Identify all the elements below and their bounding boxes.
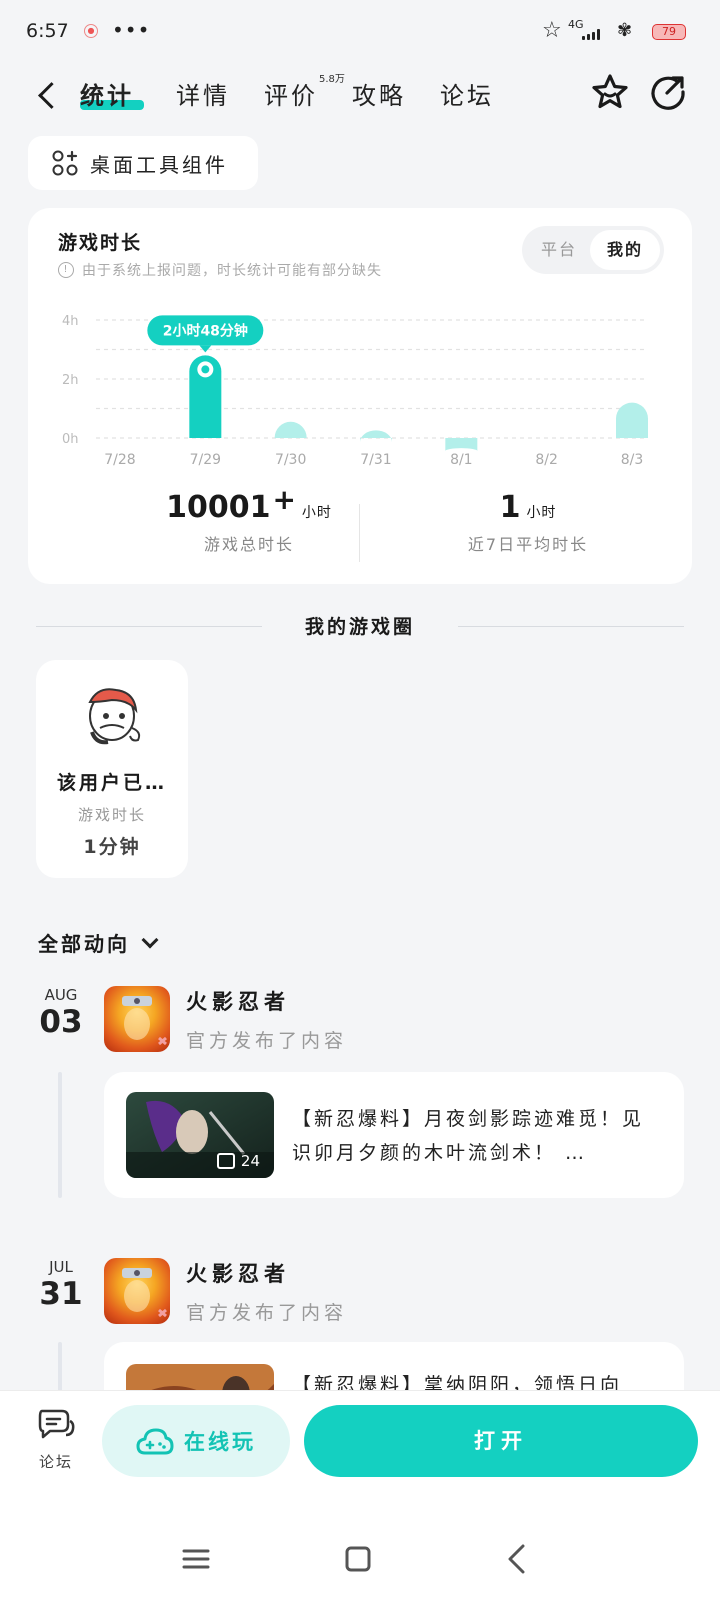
bar-marker-dot (201, 365, 210, 374)
x-tick-label: 7/30 (275, 452, 306, 468)
feed-date: JUL 31 (36, 1258, 86, 1312)
tab-forum[interactable]: 论坛 (440, 76, 494, 111)
x-tick-label: 7/31 (360, 452, 391, 468)
game-icon[interactable] (104, 1258, 170, 1324)
circle-user-name: 该用户已… (56, 772, 167, 794)
star-icon (592, 74, 628, 109)
average-time-unit: 小时 (526, 505, 557, 521)
feed-game-name[interactable]: 火影忍者 (186, 986, 290, 1016)
feed-date: AUG 03 (36, 986, 86, 1040)
chart-bar (360, 430, 392, 443)
favorite-button[interactable] (590, 72, 630, 112)
back-button[interactable] (34, 78, 64, 114)
total-time-stat: 10001 + 小时 游戏总时长 (124, 483, 374, 555)
circle-user-card[interactable]: 该用户已… 游戏时长 1分钟 (36, 660, 188, 878)
average-time-value: 1 (499, 490, 521, 525)
battery-icon: 79 (652, 24, 686, 40)
circle-user-label: 游戏时长 (77, 806, 146, 824)
feed-month: JUL (49, 1258, 73, 1276)
post-text: 【新忍爆料】月夜剑影踪迹难觅！见识卯月夕颜的木叶流剑术！ … (292, 1108, 645, 1164)
cloud-play-label: 在线玩 (184, 1430, 256, 1454)
post-thumbnail: 24 (126, 1092, 274, 1178)
more-notifications-icon: ••• (112, 18, 151, 42)
chart-tooltip-text: 2小时48分钟 (163, 322, 248, 339)
signal-icon (582, 28, 604, 40)
total-time-plus: + (272, 483, 296, 516)
x-tick-label: 8/3 (621, 452, 644, 468)
desktop-widget-label: 桌面工具组件 (90, 152, 228, 177)
feed-day: 03 (39, 1004, 83, 1040)
tab-reviews[interactable]: 评价 (264, 76, 318, 111)
stats-source-toggle: 平台 我的 (522, 226, 664, 274)
play-time-note-text: 由于系统上报问题，时长统计可能有部分缺失 (82, 263, 382, 279)
open-game-button[interactable]: 打开 (304, 1405, 698, 1477)
feed-game-name[interactable]: 火影忍者 (186, 1258, 290, 1288)
avatar (88, 688, 141, 745)
share-icon (651, 76, 685, 110)
forum-label: 论坛 (38, 1453, 73, 1471)
tab-guides[interactable]: 攻略 (352, 76, 406, 111)
play-time-title: 游戏时长 (58, 232, 143, 254)
tab-stats[interactable]: 统计 (80, 76, 134, 111)
back-nav-icon[interactable] (498, 1539, 538, 1579)
review-count-badge: 5.8万 (319, 74, 345, 85)
y-tick-label: 4h (62, 314, 79, 329)
total-time-value: 10001 (166, 490, 271, 525)
toggle-mine[interactable]: 我的 (590, 230, 660, 270)
x-tick-label: 7/29 (190, 452, 221, 468)
image-count: 24 (216, 1152, 260, 1170)
total-time-label: 游戏总时长 (203, 535, 294, 554)
cloud-gamepad-icon (136, 1428, 174, 1455)
star-status-icon: ☆ (542, 18, 562, 43)
timeline-line (58, 1072, 62, 1198)
image-count-value: 24 (240, 1152, 260, 1170)
status-bar: 6:57 ● ••• ☆ 4G ✾ 79 (0, 0, 720, 62)
total-time-unit: 小时 (301, 505, 332, 521)
x-tick-label: 7/28 (104, 452, 135, 468)
chart-tooltip-arrow (199, 345, 212, 353)
butterfly-status-icon: ✾ (617, 20, 633, 41)
play-time-chart: 4h 2h 0h 7/28 2小时48分钟 7/29 7/30 7/31 8/1 8/2 8/3 (62, 314, 648, 468)
home-icon[interactable] (338, 1539, 378, 1579)
game-circle-title: 我的游戏圈 (304, 616, 415, 638)
menu-icon[interactable] (176, 1539, 216, 1579)
feed-filter-label: 全部动向 (38, 932, 130, 956)
toggle-platform[interactable]: 平台 (524, 230, 594, 270)
top-nav: 统计 详情 评价 5.8万 攻略 论坛 (0, 62, 720, 132)
feed-day: 31 (39, 1276, 83, 1312)
x-tick-label: 8/1 (450, 452, 473, 468)
image-icon (216, 1153, 235, 1169)
desktop-widget-button[interactable]: 桌面工具组件 (28, 136, 258, 190)
feed-post-card[interactable]: 24 【新忍爆料】月夜剑影踪迹难觅！见识卯月夕颜的木叶流剑术！ … (104, 1072, 684, 1198)
feed-subtitle: 官方发布了内容 (186, 1030, 348, 1052)
game-icon[interactable] (104, 986, 170, 1052)
forum-icon (38, 1409, 75, 1439)
chart-bar (616, 402, 648, 438)
y-tick-label: 0h (62, 432, 79, 447)
forum-button[interactable]: 论坛 (30, 1407, 82, 1472)
average-time-label: 近7日平均时长 (467, 535, 589, 554)
feed-subtitle: 官方发布了内容 (186, 1302, 348, 1324)
share-button[interactable] (648, 72, 688, 112)
notification-icon: ● (84, 24, 98, 38)
info-icon: ! (58, 262, 74, 278)
chevron-down-icon (141, 931, 159, 948)
bottom-action-bar: 论坛 在线玩 打开 (0, 1390, 720, 1601)
chart-bar (445, 438, 478, 452)
play-time-card: 游戏时长 ! 由于系统上报问题，时长统计可能有部分缺失 平台 我的 4h 2h 0h… (28, 208, 692, 584)
chart-bar (274, 421, 307, 438)
circle-user-time: 1分钟 (83, 836, 141, 858)
cloud-play-button[interactable]: 在线玩 (102, 1405, 290, 1477)
stats-divider (359, 504, 360, 562)
average-time-stat: 1 小时 近7日平均时长 (408, 490, 648, 555)
y-tick-label: 2h (62, 373, 79, 388)
tab-details[interactable]: 详情 (176, 76, 230, 111)
widgets-icon (52, 150, 78, 176)
feed-filter-dropdown[interactable]: 全部动向 (38, 928, 159, 957)
play-time-note: ! 由于系统上报问题，时长统计可能有部分缺失 (58, 260, 382, 280)
x-tick-label: 8/2 (535, 452, 558, 468)
status-time: 6:57 (26, 20, 69, 42)
feed-month: AUG (44, 986, 78, 1004)
